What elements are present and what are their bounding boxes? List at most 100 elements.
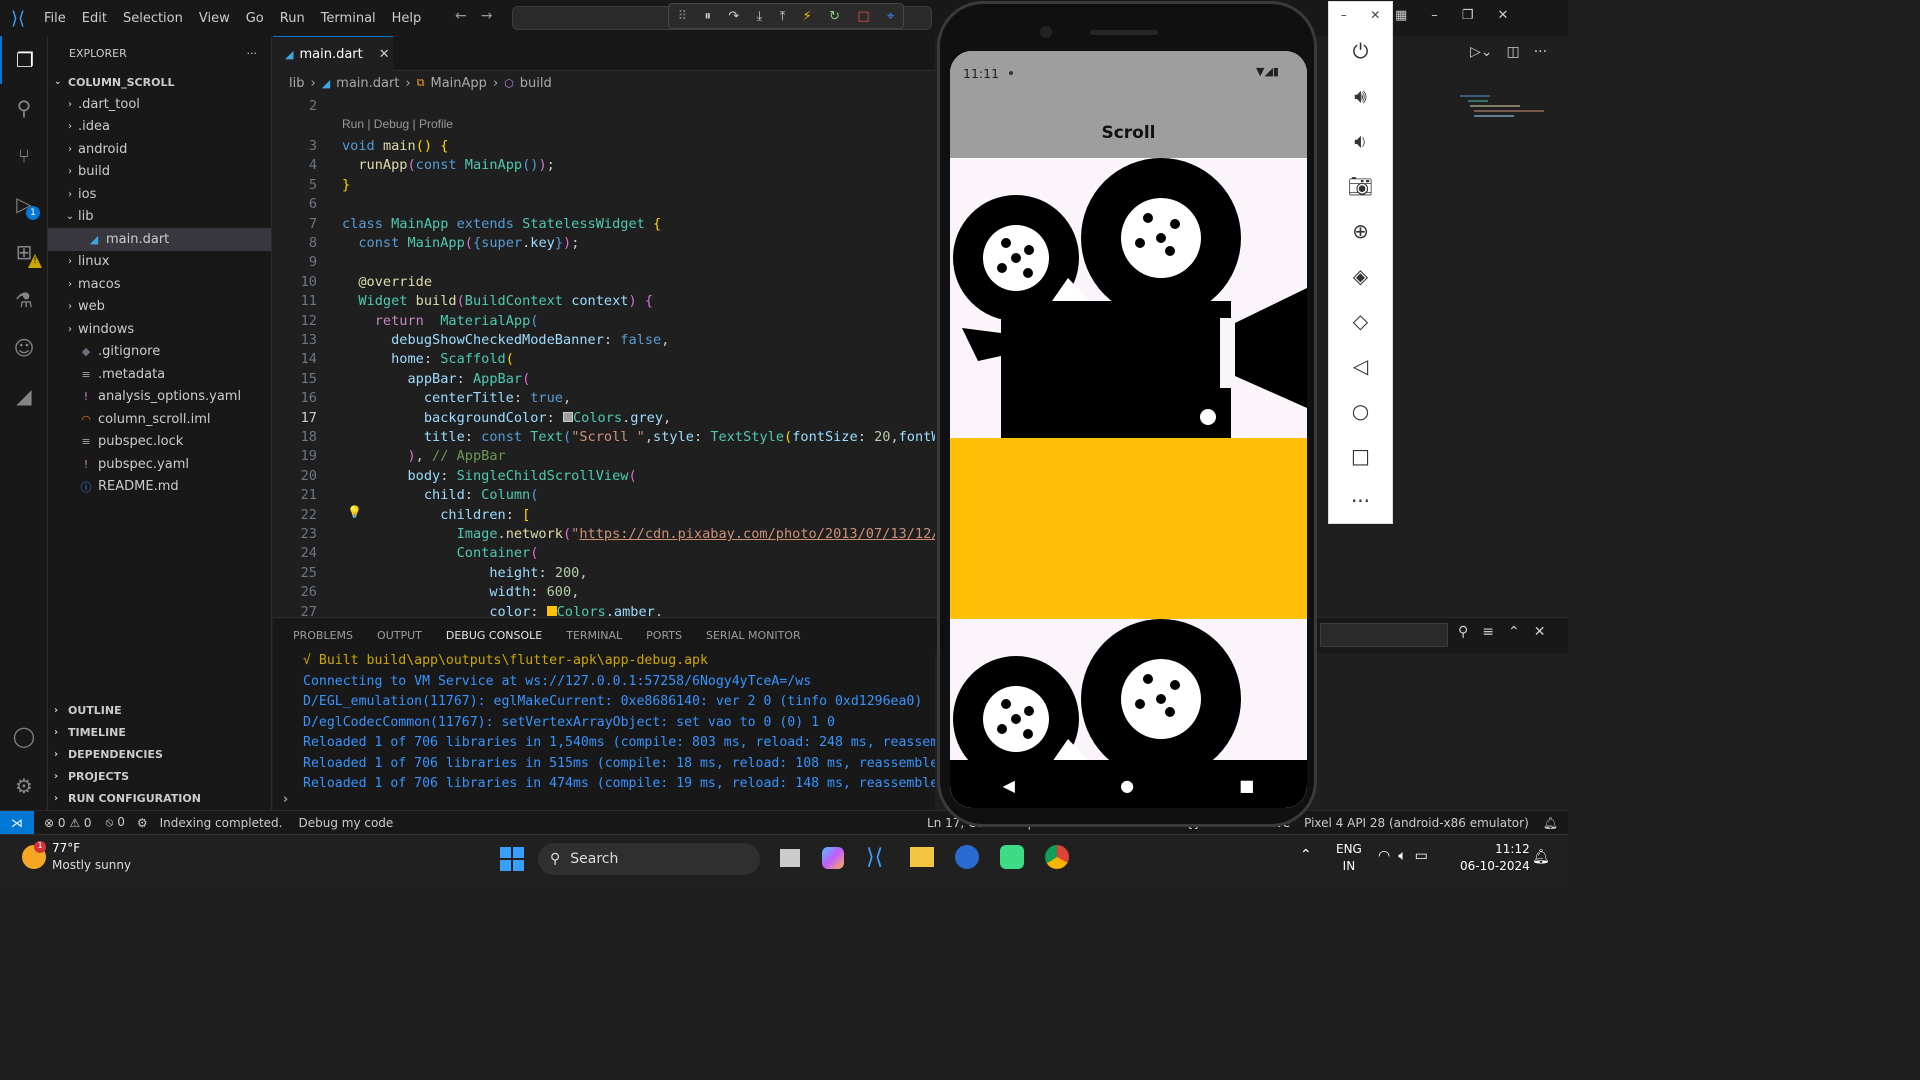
- code-line[interactable]: debugShowCheckedModeBanner: false,: [342, 332, 669, 348]
- app-store-icon[interactable]: [955, 845, 979, 869]
- stop-icon[interactable]: □: [857, 9, 869, 24]
- breadcrumb-item[interactable]: MainApp: [431, 76, 487, 91]
- code-line[interactable]: Container(: [342, 545, 539, 561]
- extensions-icon[interactable]: ⊞!: [0, 228, 48, 276]
- code-line[interactable]: class MainApp extends StatelessWidget {: [342, 216, 661, 232]
- rotate-right-icon[interactable]: ◇: [1329, 298, 1392, 343]
- camera-icon[interactable]: 📷︎: [1329, 163, 1392, 208]
- maximize-panel-icon[interactable]: ⌃: [1508, 624, 1520, 640]
- task-view-icon[interactable]: [780, 849, 800, 867]
- tree-item[interactable]: › ios: [48, 183, 271, 206]
- testing-icon[interactable]: ⚗: [0, 276, 48, 324]
- code-line[interactable]: height: 200,: [342, 565, 587, 581]
- power-icon[interactable]: ⏻: [1329, 28, 1392, 73]
- menu-item[interactable]: Go: [238, 11, 272, 26]
- more-actions-icon[interactable]: ···: [247, 47, 258, 60]
- menu-item[interactable]: Run: [272, 11, 313, 26]
- tree-item[interactable]: ≡ pubspec.lock: [48, 431, 271, 454]
- window-minimize-icon[interactable]: –: [1431, 8, 1438, 23]
- split-editor-icon[interactable]: ◫: [1507, 44, 1520, 60]
- device-status[interactable]: Pixel 4 API 28 (android-x86 emulator): [1304, 816, 1529, 830]
- tree-item[interactable]: ⌄ lib: [48, 206, 271, 229]
- debug-status-icon[interactable]: ⚙: [137, 816, 148, 830]
- more-icon[interactable]: ···: [1329, 478, 1392, 523]
- code-line[interactable]: Image.network("https://cdn.pixabay.com/p…: [342, 526, 935, 542]
- overview-icon[interactable]: □: [1329, 433, 1392, 478]
- clear-console-icon[interactable]: ≡: [1482, 624, 1494, 640]
- code-lens[interactable]: Run | Debug | Profile: [342, 117, 453, 131]
- restart-icon[interactable]: ↻: [829, 9, 840, 24]
- code-line[interactable]: }: [342, 177, 350, 193]
- code-line[interactable]: backgroundColor: Colors.grey,: [342, 410, 671, 426]
- panel-tab[interactable]: DEBUG CONSOLE: [433, 618, 555, 654]
- more-actions-icon[interactable]: ···: [1534, 44, 1547, 60]
- rotate-left-icon[interactable]: ◈: [1329, 253, 1392, 298]
- tree-item[interactable]: › web: [48, 296, 271, 319]
- tray-chevron-icon[interactable]: ⌃: [1300, 847, 1312, 863]
- notification-icon[interactable]: 🔔︎: [1532, 849, 1550, 865]
- panel-tab[interactable]: PROBLEMS: [281, 618, 365, 654]
- run-debug-icon[interactable]: ▷ 1: [0, 180, 48, 228]
- code-line[interactable]: centerTitle: true,: [342, 390, 571, 406]
- chrome-app-icon[interactable]: [1045, 845, 1069, 869]
- tree-item[interactable]: › .dart_tool: [48, 93, 271, 116]
- language-indicator[interactable]: ENG IN: [1336, 841, 1362, 875]
- taskbar-search[interactable]: ⚲ Search: [538, 843, 760, 875]
- explorer-icon[interactable]: ❐: [0, 36, 48, 84]
- volume-up-icon[interactable]: 🔊︎: [1329, 73, 1392, 118]
- sidebar-section[interactable]: › PROJECTS: [48, 765, 272, 787]
- menu-item[interactable]: Edit: [74, 11, 115, 26]
- forward-arrow-icon[interactable]: →: [481, 8, 493, 24]
- code-line[interactable]: color: Colors.amber,: [342, 604, 663, 616]
- android-recents-icon[interactable]: ■: [1239, 776, 1254, 795]
- account-icon[interactable]: ◯: [0, 712, 48, 760]
- code-line[interactable]: @override: [342, 274, 432, 290]
- tree-item[interactable]: ⓘ README.md: [48, 476, 271, 499]
- volume-down-icon[interactable]: 🔉︎: [1329, 118, 1392, 163]
- home-icon[interactable]: ○: [1329, 388, 1392, 433]
- clock[interactable]: 11:12 06-10-2024: [1460, 841, 1530, 875]
- menu-item[interactable]: Help: [384, 11, 430, 26]
- code-line[interactable]: void main() {: [342, 138, 448, 154]
- code-editor[interactable]: Run | Debug | Profile 💡 2 3 void main() {4…: [273, 94, 935, 616]
- panel-tab[interactable]: SERIAL MONITOR: [694, 618, 813, 654]
- settings-gear-icon[interactable]: ⚙: [0, 762, 48, 810]
- problems-status[interactable]: ⊗ 0 ⚠ 0: [44, 816, 92, 830]
- tree-item[interactable]: › .idea: [48, 116, 271, 139]
- code-line[interactable]: ), // AppBar: [342, 448, 505, 464]
- remote-icon[interactable]: ⋊: [0, 810, 34, 835]
- minimap[interactable]: [1460, 92, 1550, 152]
- tree-item[interactable]: › build: [48, 161, 271, 184]
- breadcrumb-item[interactable]: build: [520, 76, 552, 91]
- back-icon[interactable]: ◁: [1329, 343, 1392, 388]
- breadcrumb-item[interactable]: lib: [289, 76, 304, 91]
- menu-item[interactable]: Terminal: [313, 11, 384, 26]
- console-filter-input[interactable]: [1320, 623, 1448, 647]
- tree-item[interactable]: ≡ .metadata: [48, 363, 271, 386]
- android-emulator-app-icon[interactable]: [1000, 845, 1024, 869]
- code-line[interactable]: runApp(const MainApp());: [342, 157, 554, 173]
- ports-status[interactable]: ⦸ 0: [106, 815, 125, 830]
- menu-item[interactable]: File: [36, 11, 74, 26]
- code-line[interactable]: return MaterialApp(: [342, 313, 539, 329]
- menu-item[interactable]: View: [191, 11, 238, 26]
- tree-item[interactable]: ◠ column_scroll.iml: [48, 408, 271, 431]
- back-arrow-icon[interactable]: ←: [455, 8, 467, 24]
- search-icon[interactable]: ⚲: [0, 84, 48, 132]
- code-line[interactable]: body: SingleChildScrollView(: [342, 468, 636, 484]
- code-line[interactable]: const MainApp({super.key});: [342, 235, 579, 251]
- window-restore-icon[interactable]: ❐: [1462, 8, 1474, 23]
- tree-item[interactable]: › macos: [48, 273, 271, 296]
- android-home-icon[interactable]: ●: [1120, 776, 1134, 795]
- close-icon[interactable]: ✕: [1370, 8, 1380, 22]
- panel-tab[interactable]: OUTPUT: [365, 618, 434, 654]
- code-line[interactable]: appBar: AppBar(: [342, 371, 530, 387]
- inspect-icon[interactable]: ⌖: [887, 9, 894, 24]
- run-icon[interactable]: ▷⌄: [1470, 44, 1493, 60]
- drag-handle-icon[interactable]: ⠿: [678, 9, 688, 24]
- menu-item[interactable]: Selection: [115, 11, 191, 26]
- tree-item[interactable]: ◢ main.dart: [48, 228, 271, 251]
- tree-item[interactable]: › android: [48, 138, 271, 161]
- tree-item[interactable]: ◆ .gitignore: [48, 341, 271, 364]
- window-close-icon[interactable]: ✕: [1497, 8, 1508, 23]
